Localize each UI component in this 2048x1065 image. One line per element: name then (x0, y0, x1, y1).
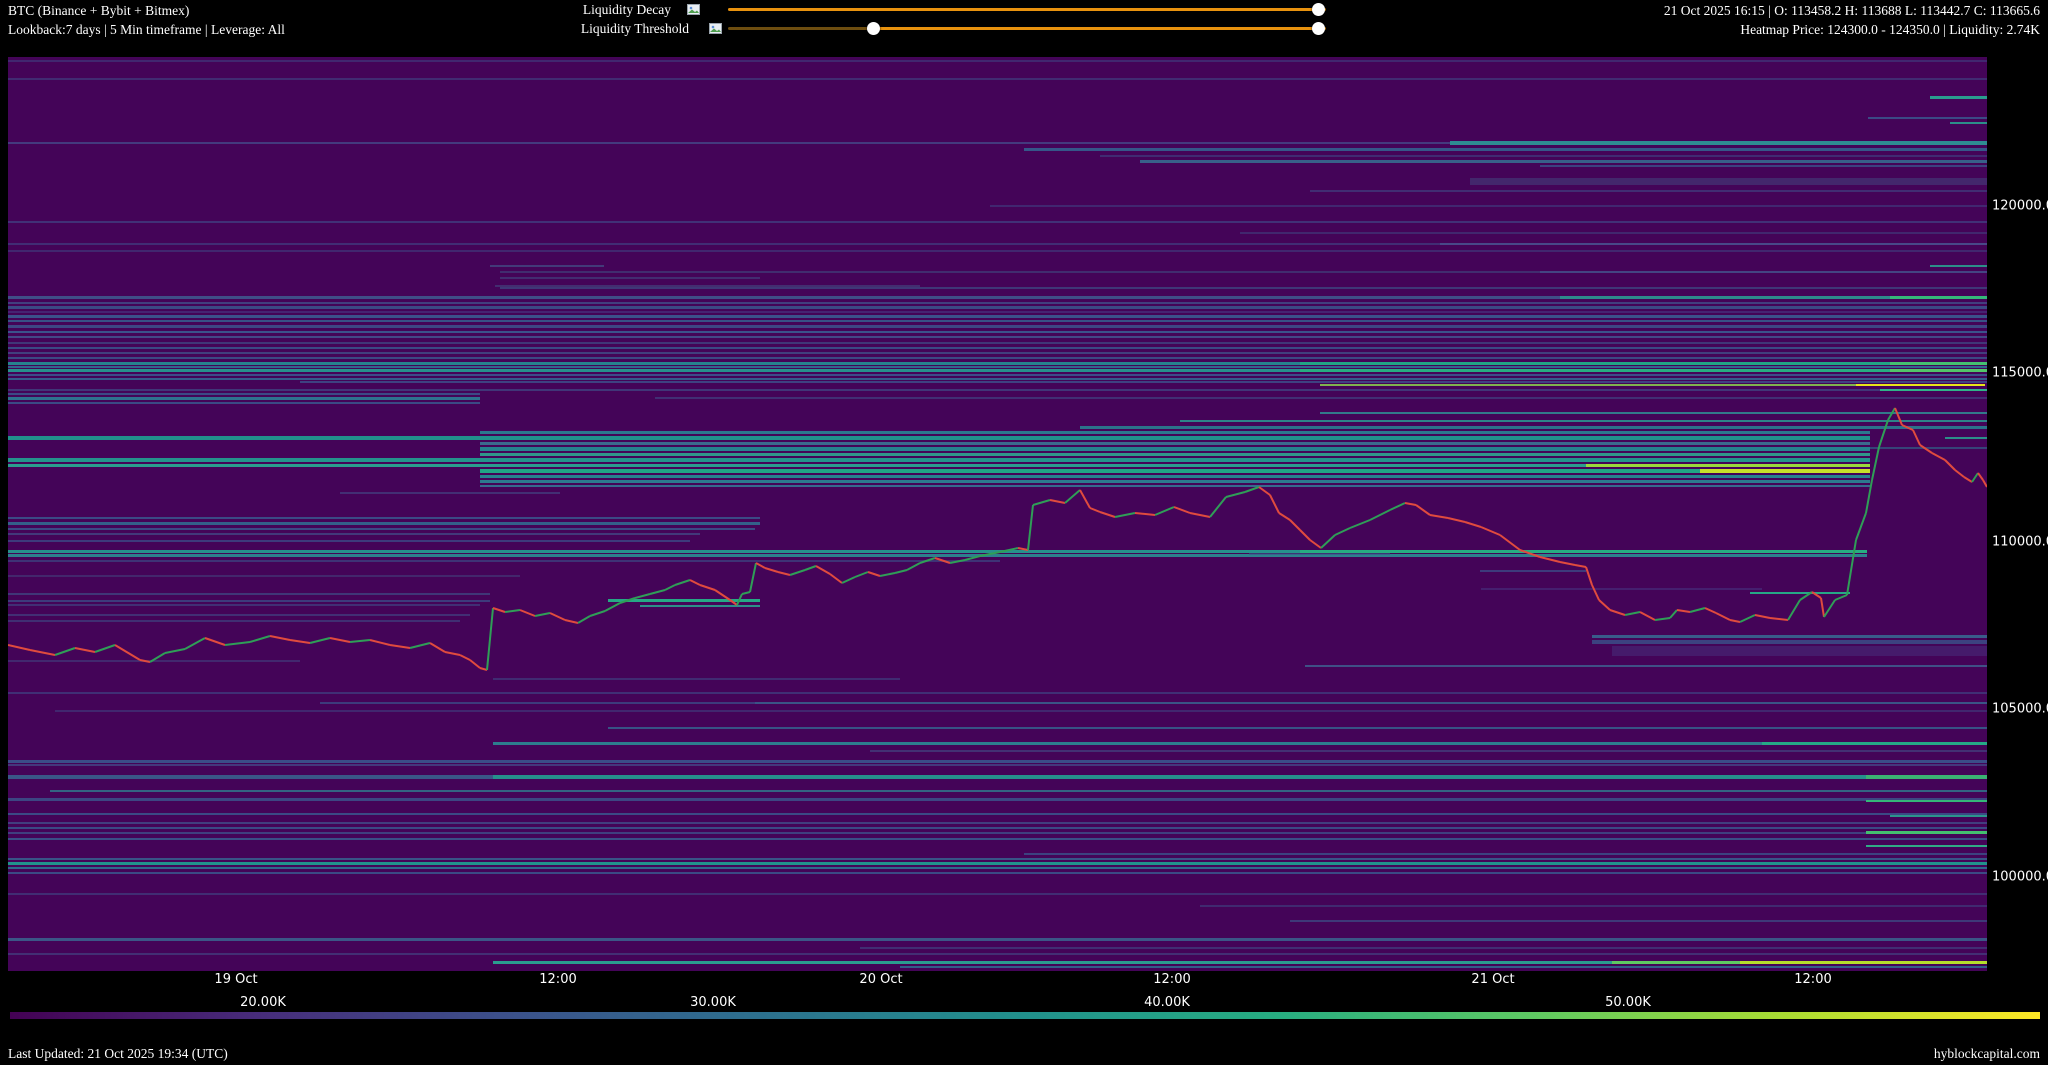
liquidity-threshold-track[interactable] (728, 27, 873, 30)
watermark-site-link[interactable]: hyblockcapital.com (1934, 1046, 2040, 1062)
x-axis-label: 19 Oct (214, 972, 257, 987)
y-axis-label: 100000.0 (1992, 870, 2048, 885)
y-axis-label: 120000.0 (1992, 199, 2048, 214)
colorbar-label: 20.00K (240, 995, 286, 1010)
liquidity-threshold-label: Liquidity Threshold (469, 21, 689, 37)
y-axis-label: 115000.0 (1992, 366, 2048, 381)
liquidity-threshold-track-fill[interactable] (873, 27, 1326, 30)
ohlc-readout: 21 Oct 2025 16:15 | O: 113458.2 H: 11368… (1664, 2, 2040, 19)
x-axis-label: 20 Oct (859, 972, 902, 987)
app-window: BTC (Binance + Bybit + Bitmex) Lookback:… (0, 0, 2048, 1065)
liquidity-colorbar (10, 1012, 2040, 1019)
colorbar-label: 30.00K (690, 995, 736, 1010)
last-updated-text: Last Updated: 21 Oct 2025 19:34 (UTC) (8, 1046, 228, 1062)
broken-image-icon (709, 22, 722, 35)
broken-image-icon (687, 3, 700, 16)
x-axis-label: 12:00 (539, 972, 576, 987)
x-axis-label: 12:00 (1794, 972, 1831, 987)
heatmap-chart-area[interactable] (8, 57, 1987, 971)
lookback-settings: Lookback:7 days | 5 Min timeframe | Leve… (8, 21, 285, 38)
y-axis-label: 105000.0 (1992, 702, 2048, 717)
x-axis-label: 21 Oct (1471, 972, 1514, 987)
liquidity-threshold-slider-handle[interactable] (867, 22, 880, 35)
colorbar-label: 50.00K (1605, 995, 1651, 1010)
heatmap-hover-readout: Heatmap Price: 124300.0 - 124350.0 | Liq… (1740, 21, 2040, 38)
liquidity-decay-slider-handle[interactable] (1312, 3, 1325, 16)
liquidity-threshold-slider-handle[interactable] (1312, 22, 1325, 35)
price-line (8, 57, 1987, 971)
liquidity-decay-label: Liquidity Decay (451, 2, 671, 18)
colorbar-label: 40.00K (1144, 995, 1190, 1010)
x-axis-label: 12:00 (1153, 972, 1190, 987)
liquidity-decay-track-fill[interactable] (728, 8, 1326, 11)
y-axis-label: 110000.0 (1992, 535, 2048, 550)
symbol-title: BTC (Binance + Bybit + Bitmex) (8, 2, 189, 19)
